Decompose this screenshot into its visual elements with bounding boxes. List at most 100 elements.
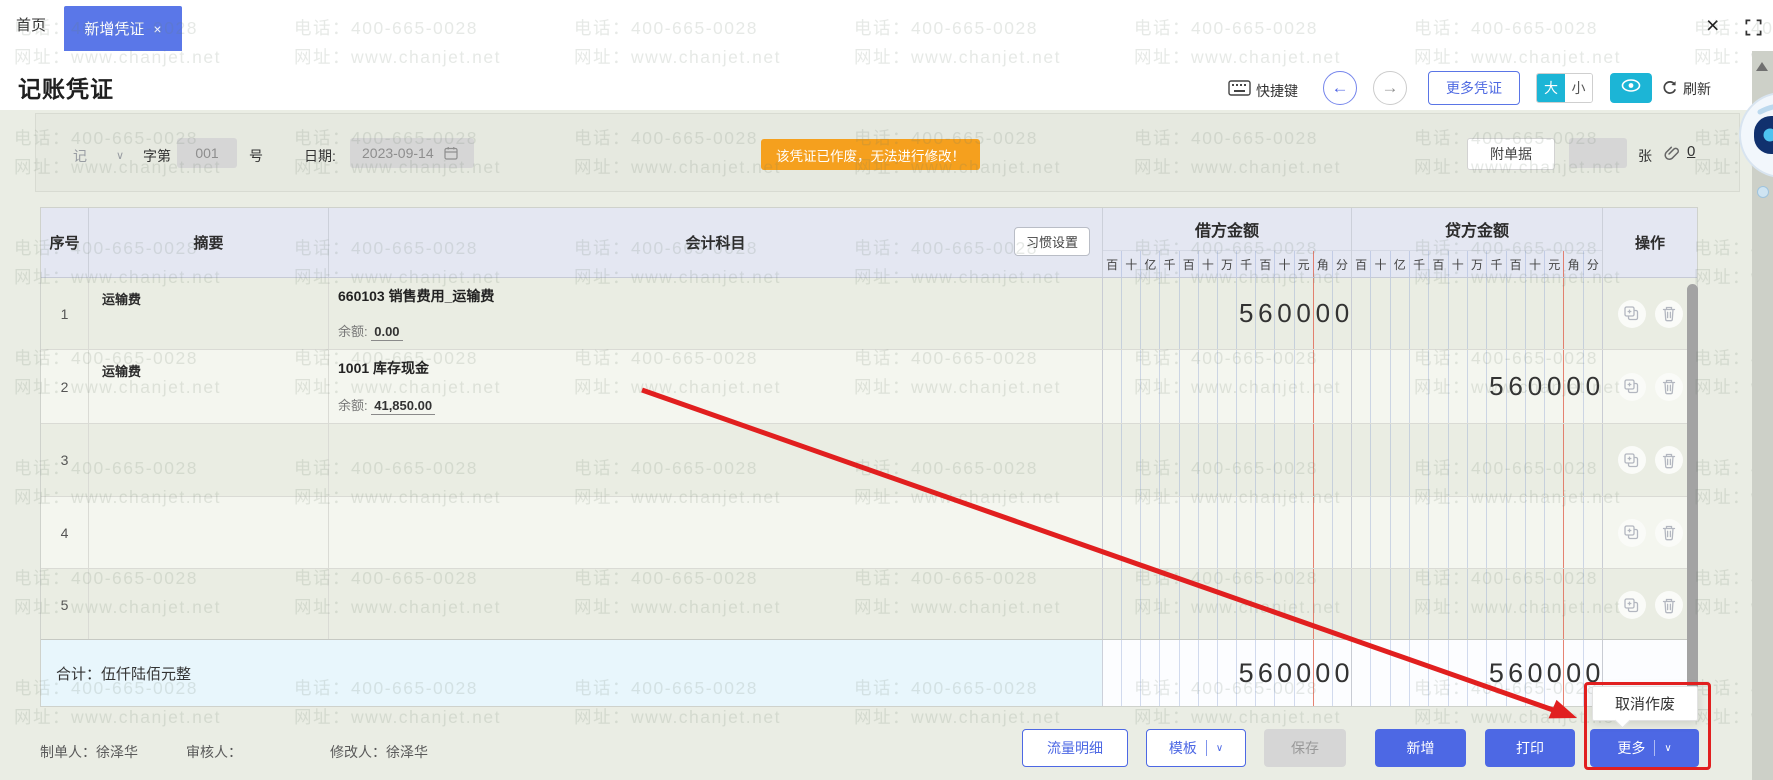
delete-row-button[interactable]: [1654, 446, 1683, 474]
assistant-robot-avatar[interactable]: [1736, 90, 1773, 182]
digit-cell: 元: [1295, 251, 1314, 277]
tab-new-voucher[interactable]: 新增凭证 ×: [64, 6, 182, 51]
digit-cell: [1526, 569, 1546, 641]
chevron-down-icon[interactable]: ∨: [1664, 743, 1671, 754]
template-button[interactable]: 模板 ∨: [1146, 729, 1246, 767]
previous-voucher-button[interactable]: ←: [1323, 71, 1357, 105]
summary-cell[interactable]: [89, 497, 329, 568]
debit-digits: [1103, 424, 1351, 496]
summary-cell[interactable]: 运输费: [89, 278, 329, 349]
account-cell[interactable]: 660103 销售费用_运输费 余额: 0.00: [329, 278, 1103, 349]
habit-settings-button[interactable]: 习惯设置: [1013, 227, 1090, 256]
flow-detail-button[interactable]: 流量明细: [1022, 729, 1128, 767]
date-input[interactable]: 2023-09-14: [350, 138, 474, 168]
scroll-up-arrow[interactable]: [1756, 62, 1768, 71]
total-credit-digits: 560000: [1352, 640, 1602, 706]
digit-cell: [1449, 424, 1468, 496]
digit-cell: 6: [1256, 278, 1276, 349]
account-cell[interactable]: [329, 424, 1103, 496]
more-button[interactable]: 更多 ∨: [1590, 729, 1699, 767]
chevron-down-icon[interactable]: ∨: [1216, 743, 1223, 754]
debit-amount-cell[interactable]: [1103, 497, 1352, 568]
more-vouchers-button[interactable]: 更多凭证: [1428, 71, 1520, 105]
summary-cell[interactable]: [89, 569, 329, 641]
visibility-toggle-button[interactable]: [1610, 73, 1652, 103]
refresh-label: 刷新: [1683, 81, 1711, 97]
summary-cell[interactable]: 运输费: [89, 350, 329, 423]
delete-row-button[interactable]: [1654, 518, 1683, 547]
debit-amount-cell[interactable]: [1103, 424, 1352, 496]
insert-row-button[interactable]: [1617, 372, 1646, 401]
account-cell[interactable]: [329, 497, 1103, 568]
debit-amount-cell[interactable]: [1103, 350, 1352, 423]
digit-cell: 百: [1352, 251, 1372, 277]
digit-cell: 十: [1371, 251, 1391, 277]
insert-row-button[interactable]: [1617, 446, 1646, 474]
template-label: 模板: [1168, 740, 1197, 756]
digit-cell: [1103, 424, 1123, 496]
font-size-small[interactable]: 小: [1565, 74, 1592, 102]
delete-row-button[interactable]: [1654, 372, 1683, 401]
cancel-void-menu-item[interactable]: 取消作废: [1592, 686, 1698, 721]
credit-amount-cell[interactable]: [1352, 569, 1603, 641]
digit-cell: [1507, 569, 1526, 641]
balance-value-link[interactable]: 0.00: [371, 324, 403, 341]
refresh-button[interactable]: 刷新: [1662, 79, 1711, 99]
attachment-button[interactable]: 附单据: [1467, 138, 1555, 170]
digit-cell: [1429, 278, 1449, 349]
digit-cell: [1256, 497, 1276, 568]
digit-cell: [1122, 350, 1142, 423]
digit-cell: [1218, 424, 1238, 496]
digit-cell: [1487, 278, 1507, 349]
digit-cell: [1371, 497, 1391, 568]
preparer-label: 制单人：: [40, 744, 96, 760]
credit-digits: [1352, 497, 1602, 568]
date-value: 2023-09-14: [362, 145, 434, 161]
insert-row-button[interactable]: [1617, 518, 1646, 547]
summary-cell[interactable]: [89, 424, 329, 496]
digit-cell: [1507, 278, 1526, 349]
digit-cell: [1352, 278, 1372, 349]
credit-amount-cell[interactable]: 560000: [1352, 350, 1603, 423]
next-voucher-button[interactable]: →: [1373, 71, 1407, 105]
account-cell[interactable]: [329, 569, 1103, 641]
delete-row-button[interactable]: [1654, 591, 1683, 619]
row-ops-cell: [1603, 424, 1697, 496]
voucher-word-select[interactable]: 记: [73, 146, 87, 166]
digit-cell: [1545, 424, 1565, 496]
digit-cell: [1333, 424, 1351, 496]
credit-amount-cell[interactable]: [1352, 497, 1603, 568]
tab-home[interactable]: 首页: [16, 14, 46, 35]
balance-line: 余额: 0.00: [338, 321, 403, 341]
tab-close-icon[interactable]: ×: [153, 21, 161, 37]
digit-cell: [1333, 350, 1351, 423]
debit-amount-cell[interactable]: 560000: [1103, 278, 1352, 349]
save-button: 保存: [1264, 729, 1346, 767]
font-size-large[interactable]: 大: [1537, 74, 1565, 102]
modifier-label: 修改人：: [330, 744, 386, 760]
font-size-toggle[interactable]: 大 小: [1536, 73, 1593, 103]
print-button[interactable]: 打印: [1485, 729, 1575, 767]
credit-amount-cell[interactable]: [1352, 424, 1603, 496]
debit-digits: [1103, 569, 1351, 641]
balance-value-link[interactable]: 41,850.00: [371, 398, 436, 415]
digit-cell: [1333, 497, 1351, 568]
delete-row-button[interactable]: [1654, 299, 1683, 328]
close-icon[interactable]: ×: [1706, 12, 1719, 39]
table-scrollbar-thumb[interactable]: [1687, 284, 1698, 718]
attachment-count-link[interactable]: 0: [1687, 143, 1695, 160]
shortcut-keys-button[interactable]: 快捷键: [1256, 81, 1298, 101]
account-header-label: 会计科目: [685, 235, 746, 252]
insert-row-button[interactable]: [1617, 591, 1646, 619]
account-cell[interactable]: 1001 库存现金 余额: 41,850.00: [329, 350, 1103, 423]
insert-row-button[interactable]: [1617, 299, 1646, 328]
digit-cell: 亿: [1391, 251, 1410, 277]
attachment-count-input[interactable]: [1569, 138, 1627, 168]
voucher-page: 首页 新增凭证 × × 记账凭证 快捷键 ← → 更多凭证 大 小 刷新 记 ∨…: [0, 0, 1773, 780]
credit-amount-cell[interactable]: [1352, 278, 1603, 349]
fullscreen-icon[interactable]: [1744, 18, 1763, 42]
add-button[interactable]: 新增: [1375, 729, 1466, 767]
debit-amount-cell[interactable]: [1103, 569, 1352, 641]
voucher-number-input[interactable]: 001: [177, 138, 237, 168]
column-header-account: 会计科目 习惯设置: [329, 208, 1103, 277]
